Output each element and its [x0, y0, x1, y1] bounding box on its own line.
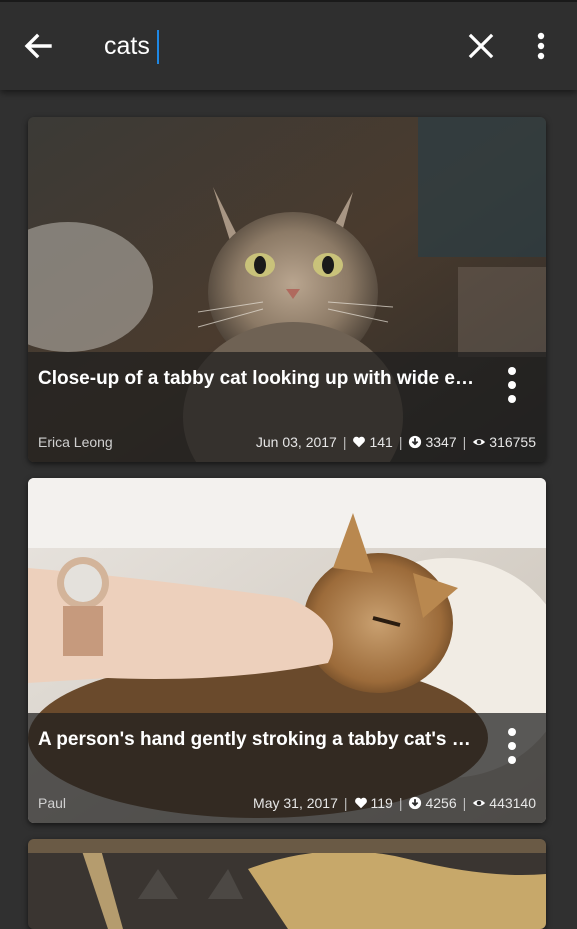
downloads-count: 4256: [425, 795, 457, 811]
photo-date: Jun 03, 2017: [255, 434, 337, 450]
downloads-count: 3347: [425, 434, 457, 450]
back-button[interactable]: [20, 28, 56, 64]
search-input[interactable]: [104, 28, 424, 64]
photo-card[interactable]: [28, 839, 546, 929]
app-bar: [0, 0, 577, 90]
eye-icon: [473, 438, 486, 446]
stats-divider: |: [343, 795, 348, 811]
photo-author[interactable]: Erica Leong: [38, 434, 113, 450]
close-icon: [468, 33, 494, 59]
photo-date: May 31, 2017: [253, 795, 338, 811]
heart-icon: [354, 797, 367, 809]
photo-title: Close-up of a tabby cat looking up with …: [38, 368, 478, 389]
card-info-overlay: Close-up of a tabby cat looking up with …: [28, 352, 546, 462]
photo-stats: Jun 03, 2017 | 141 | 3347 | 316755: [256, 434, 536, 450]
views-count: 316755: [489, 434, 536, 450]
stats-divider: |: [342, 434, 347, 450]
text-caret: [157, 30, 159, 64]
stats-divider: |: [398, 795, 403, 811]
photo-stats: May 31, 2017 | 119 | 4256 | 443140: [253, 795, 536, 811]
stats-divider: |: [462, 434, 467, 450]
more-vert-icon: [508, 367, 516, 403]
more-vert-icon: [537, 32, 545, 60]
views-count: 443140: [489, 795, 536, 811]
photo-author[interactable]: Paul: [38, 795, 66, 811]
clear-search-button[interactable]: [465, 30, 497, 62]
likes-count: 119: [370, 795, 393, 811]
eye-icon: [473, 799, 486, 807]
card-menu-button[interactable]: [502, 727, 522, 769]
more-vert-icon: [508, 728, 516, 764]
photo-card[interactable]: Close-up of a tabby cat looking up with …: [28, 117, 546, 462]
cat-photo: [28, 839, 546, 929]
stats-divider: |: [462, 795, 467, 811]
photo-card[interactable]: A person's hand gently stroking a tabby …: [28, 478, 546, 823]
card-info-overlay: A person's hand gently stroking a tabby …: [28, 713, 546, 823]
stats-divider: |: [398, 434, 403, 450]
overflow-menu-button[interactable]: [526, 30, 556, 62]
photo-title: A person's hand gently stroking a tabby …: [38, 729, 478, 750]
arrow-left-icon: [24, 33, 52, 59]
card-menu-button[interactable]: [502, 366, 522, 408]
likes-count: 141: [369, 434, 393, 450]
heart-icon: [353, 436, 366, 448]
download-icon: [409, 435, 422, 449]
download-icon: [409, 796, 422, 810]
